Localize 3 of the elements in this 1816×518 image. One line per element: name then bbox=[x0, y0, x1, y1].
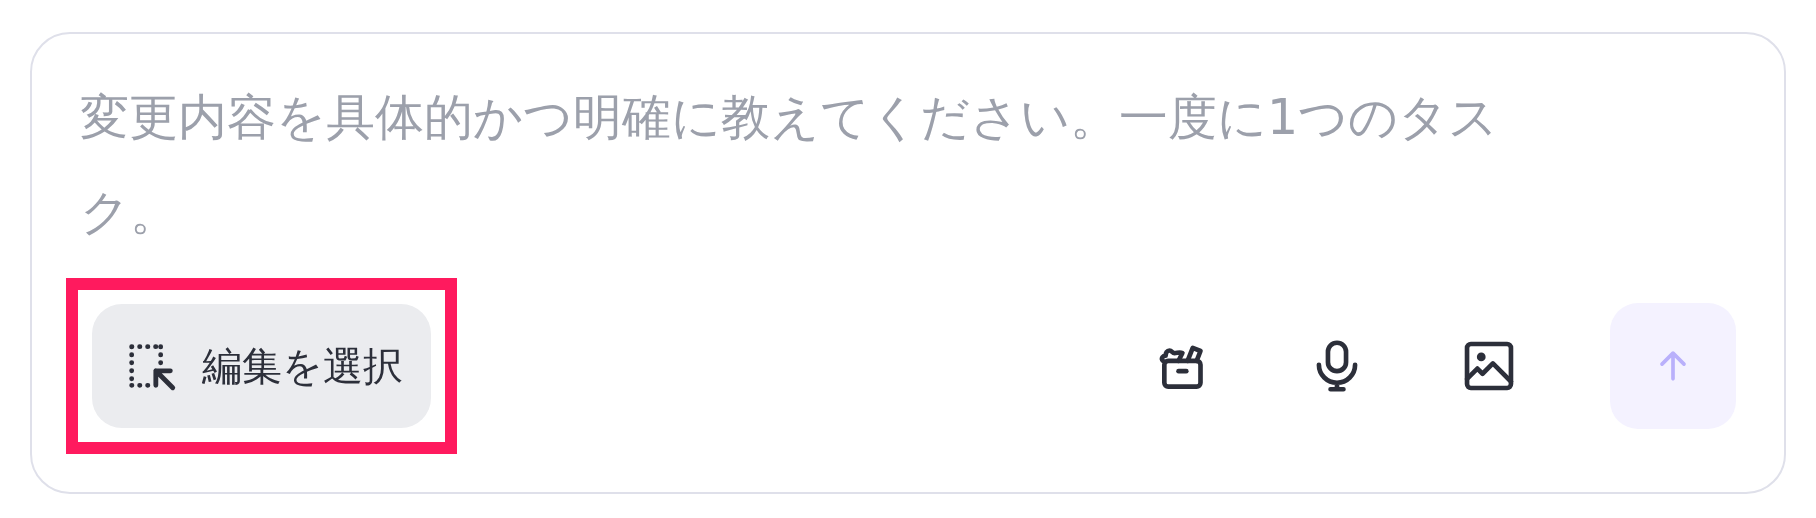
select-edit-button[interactable]: 編集を選択 bbox=[92, 304, 431, 428]
message-input[interactable]: 変更内容を具体的かつ明確に教えてください。一度に1つのタスク。 bbox=[66, 70, 1580, 270]
message-composer-field[interactable]: 変更内容を具体的かつ明確に教えてください。一度に1つのタスク。 編集を選択 bbox=[30, 32, 1786, 494]
